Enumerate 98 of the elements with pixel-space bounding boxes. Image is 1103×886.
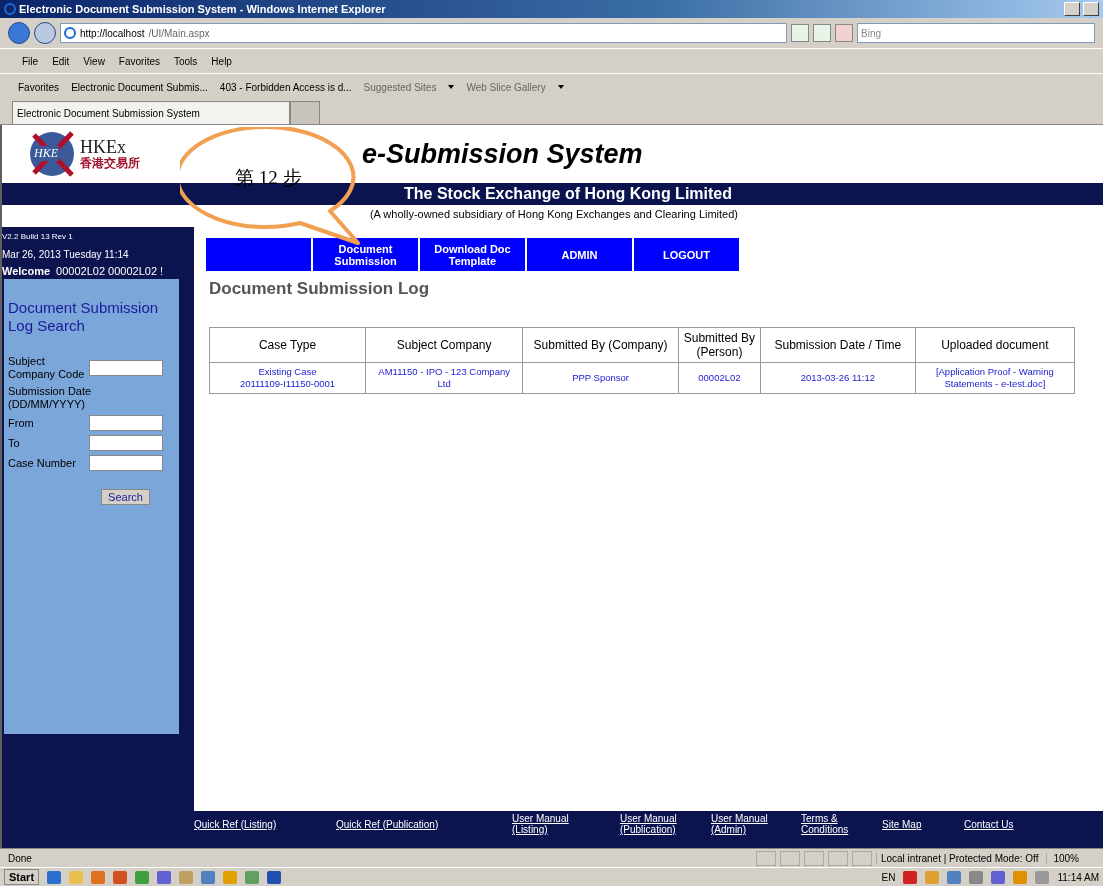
footer-link[interactable]: User Manual (Listing)	[512, 813, 620, 835]
tray-icon[interactable]	[947, 870, 962, 884]
favorites-button[interactable]: Favorites	[18, 81, 60, 93]
window-title: Electronic Document Submission System - Windows Internet Explorer	[19, 3, 387, 15]
column-header: Case Type	[209, 327, 366, 363]
field-label: To	[8, 436, 21, 450]
logo-mark: HKE	[33, 146, 59, 161]
taskbar-app-icon[interactable]	[267, 870, 282, 884]
footer-link[interactable]: Contact Us	[964, 813, 1044, 835]
start-button[interactable]: Start	[4, 869, 40, 885]
caret-icon[interactable]	[448, 85, 455, 89]
nav-tab[interactable]: LOGOUT	[634, 238, 739, 271]
menu-item[interactable]: Edit	[52, 55, 70, 67]
refresh-button[interactable]	[813, 24, 831, 42]
menu-item[interactable]: Help	[211, 55, 232, 67]
footer-link[interactable]: Quick Ref (Publication)	[336, 813, 512, 835]
menu-item[interactable]: Favorites	[118, 55, 160, 67]
page-heading: Document Submission Log	[209, 279, 431, 299]
field-label: Case Number	[8, 456, 77, 470]
status-pane	[755, 850, 776, 866]
taskbar-app-icon[interactable]	[47, 870, 62, 884]
menu-item[interactable]: File	[22, 55, 39, 67]
status-text: Done	[8, 852, 33, 864]
panel-title: Document Submission Log Search	[8, 299, 160, 335]
taskbar-app-icon[interactable]	[91, 870, 106, 884]
footer-link[interactable]: Site Map	[882, 813, 964, 835]
field-label: Submission Date (DD/MM/YYYY)	[8, 385, 93, 411]
footer-link[interactable]: Quick Ref (Listing)	[194, 813, 336, 835]
search-button[interactable]: Search	[101, 489, 150, 505]
column-header: Uploaded document	[915, 327, 1075, 363]
table-cell[interactable]: PPP Sponsor	[522, 362, 679, 394]
input-field[interactable]	[89, 435, 163, 451]
tray-icon[interactable]	[969, 870, 984, 884]
band-title: The Stock Exchange of Hong Kong Limited	[403, 185, 732, 203]
taskbar-app-icon[interactable]	[135, 870, 150, 884]
version-text: V2.2 Build 13 Rev 1	[2, 231, 74, 243]
status-pane	[779, 850, 800, 866]
stop-button[interactable]	[835, 24, 853, 42]
input-field[interactable]	[89, 455, 163, 471]
column-header: Submission Date / Time	[760, 327, 916, 363]
table-cell[interactable]: AM11150 - IPO - 123 Company Ltd	[365, 362, 523, 394]
logo-chinese: 香港交易所	[80, 156, 140, 170]
zoom-level[interactable]: 100%	[1046, 852, 1095, 864]
nav-tab[interactable]: Download Doc Template	[420, 238, 525, 271]
user-name: 00002L02 00002L02 !	[56, 265, 164, 277]
favorites-link[interactable]: 403 - Forbidden Access is d...	[219, 81, 352, 93]
status-pane	[851, 850, 872, 866]
logo-name: HKEx	[80, 138, 127, 156]
tray-icon[interactable]	[1013, 870, 1028, 884]
column-header: Submitted By (Person)	[678, 327, 761, 363]
footer-link[interactable]: Terms & Conditions	[801, 813, 882, 835]
site-title: e-Submission System	[362, 138, 643, 170]
favorites-link[interactable]: Electronic Document Submis...	[71, 81, 208, 93]
nav-tab[interactable]: Document Submission	[313, 238, 418, 271]
browser-tab[interactable]: Electronic Document Submission System	[12, 101, 290, 124]
subtitle: (A wholly-owned subsidiary of Hong Kong Exchanges and Clearing Limited)	[368, 208, 738, 220]
nav-tab[interactable]: ADMIN	[527, 238, 632, 271]
callout-text: 第 12 步	[235, 166, 302, 190]
menu-item[interactable]: Tools	[174, 55, 198, 67]
compatibility-button[interactable]	[791, 24, 809, 42]
minimize-button[interactable]	[1064, 2, 1080, 16]
taskbar-app-icon[interactable]	[201, 870, 216, 884]
favorites-link[interactable]: Web Slice Gallery	[466, 81, 546, 93]
menu-item[interactable]: View	[83, 55, 105, 67]
search-field[interactable]: Bing	[857, 23, 1095, 43]
favorites-link[interactable]: Suggested Sites	[363, 81, 437, 93]
tray-icon[interactable]	[991, 870, 1006, 884]
address-field[interactable]: http://localhost /UI/Main.aspx	[60, 23, 787, 43]
status-pane	[827, 850, 848, 866]
taskbar-app-icon[interactable]	[113, 870, 128, 884]
table-cell[interactable]: Existing Case 20111109-I11150-0001	[209, 362, 366, 394]
input-field[interactable]	[89, 415, 163, 431]
forward-button[interactable]	[34, 22, 56, 44]
language-indicator[interactable]: EN	[881, 871, 896, 883]
column-header: Subject Company	[365, 327, 523, 363]
footer-link[interactable]: User Manual (Publication)	[620, 813, 711, 835]
back-button[interactable]	[8, 22, 30, 44]
field-label: From	[8, 416, 35, 430]
caret-icon[interactable]	[557, 85, 564, 89]
new-tab-button[interactable]	[290, 101, 320, 124]
welcome-label: Welcome	[2, 265, 51, 277]
tray-icon[interactable]	[903, 870, 918, 884]
maximize-button[interactable]	[1083, 2, 1099, 16]
table-cell[interactable]: [Application Proof - Warning Statements - e-test.doc]	[915, 362, 1075, 394]
table-cell[interactable]: 00002L02	[678, 362, 761, 394]
taskbar-app-icon[interactable]	[157, 870, 172, 884]
security-zone: Local intranet | Protected Mode: Off	[875, 852, 1043, 864]
table-cell[interactable]: 2013-03-26 11:12	[760, 362, 916, 394]
column-header: Submitted By (Company)	[522, 327, 679, 363]
taskbar-app-icon[interactable]	[245, 870, 260, 884]
tray-icon[interactable]	[1035, 870, 1050, 884]
input-field[interactable]	[89, 360, 163, 376]
ie-icon	[4, 3, 16, 15]
footer-link[interactable]: User Manual (Admin)	[711, 813, 801, 835]
clock: 11:14 AM	[1057, 871, 1099, 883]
field-label: Subject Company Code	[8, 355, 86, 381]
status-pane	[803, 850, 824, 866]
date-text: Mar 26, 2013 Tuesday 11:14	[2, 248, 130, 262]
